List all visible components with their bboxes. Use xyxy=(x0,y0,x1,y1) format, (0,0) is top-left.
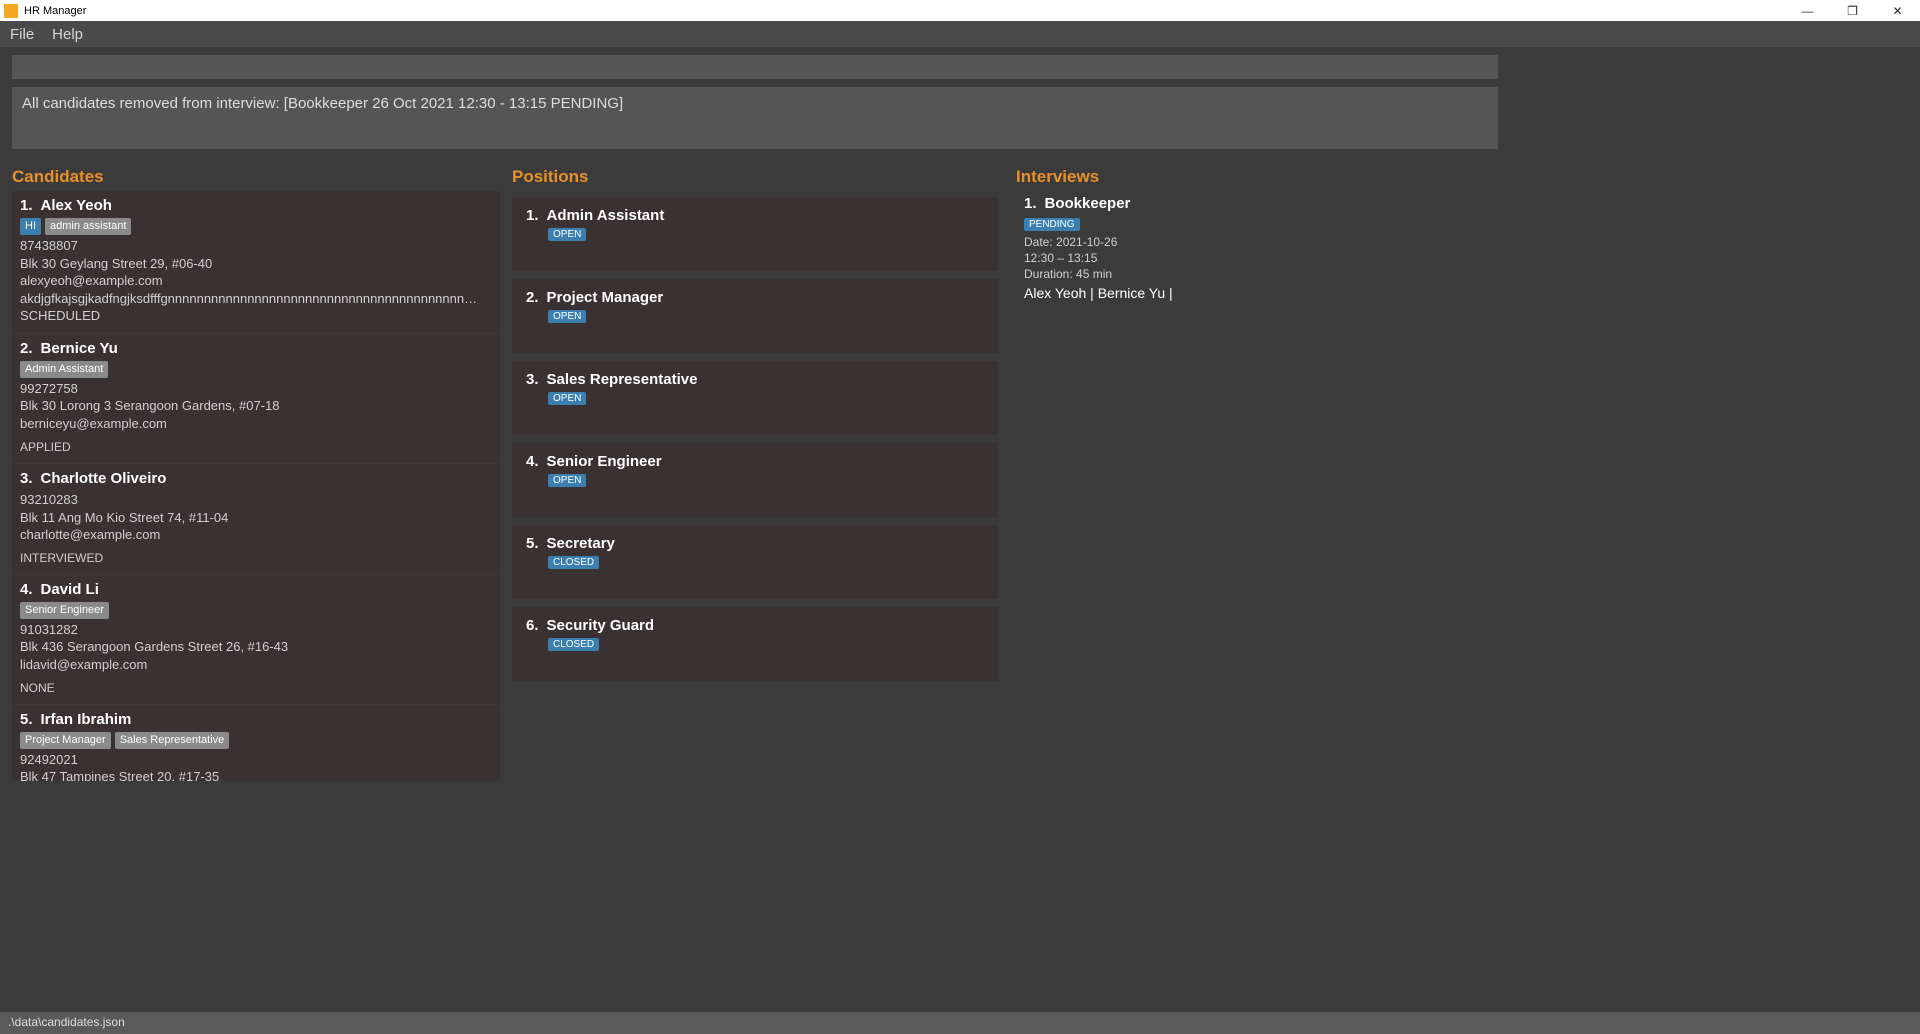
candidate-tag: admin assistant xyxy=(45,218,131,235)
position-item[interactable]: 5.Secretary CLOSED xyxy=(512,525,998,599)
candidate-tag: Senior Engineer xyxy=(20,602,109,619)
position-item[interactable]: 3.Sales Representative OPEN xyxy=(512,361,998,435)
candidate-item[interactable]: 1.Alex Yeoh HI admin assistant 87438807 … xyxy=(12,191,500,333)
position-status-badge: CLOSED xyxy=(548,556,599,569)
status-message: All candidates removed from interview: [… xyxy=(12,87,1498,149)
candidates-list[interactable]: 1.Alex Yeoh HI admin assistant 87438807 … xyxy=(12,191,500,781)
position-status-badge: OPEN xyxy=(548,310,586,323)
candidate-item[interactable]: 2.Bernice Yu Admin Assistant 99272758 Bl… xyxy=(12,334,500,463)
candidate-item[interactable]: 5.Irfan Ibrahim Project Manager Sales Re… xyxy=(12,705,500,781)
positions-list: 1.Admin Assistant OPEN 2.Project Manager… xyxy=(512,191,1016,681)
interview-item[interactable]: 1.Bookkeeper PENDING Date: 2021-10-26 12… xyxy=(1016,191,1912,305)
maximize-button[interactable]: ❐ xyxy=(1830,0,1875,21)
footer-path: .\data\candidates.json xyxy=(0,1012,1920,1034)
positions-section-title: Positions xyxy=(512,167,1016,187)
close-button[interactable]: ✕ xyxy=(1875,0,1920,21)
position-status-badge: CLOSED xyxy=(548,638,599,651)
position-status-badge: OPEN xyxy=(548,392,586,405)
interview-status-badge: PENDING xyxy=(1024,218,1080,231)
position-item[interactable]: 6.Security Guard CLOSED xyxy=(512,607,998,681)
candidate-tag: Admin Assistant xyxy=(20,361,108,378)
position-status-badge: OPEN xyxy=(548,474,586,487)
window-titlebar: HR Manager — ❐ ✕ xyxy=(0,0,1920,21)
command-input[interactable] xyxy=(12,55,1498,79)
minimize-button[interactable]: — xyxy=(1785,0,1830,21)
position-status-badge: OPEN xyxy=(548,228,586,241)
candidates-section-title: Candidates xyxy=(12,167,512,187)
interviews-section-title: Interviews xyxy=(1016,167,1912,187)
app-icon xyxy=(4,4,18,18)
menu-help[interactable]: Help xyxy=(52,26,83,43)
candidate-item[interactable]: 3.Charlotte Oliveiro 93210283 Blk 11 Ang… xyxy=(12,464,500,574)
candidate-tag: Project Manager xyxy=(20,732,111,749)
position-item[interactable]: 2.Project Manager OPEN xyxy=(512,279,998,353)
candidate-tag: HI xyxy=(20,218,41,235)
position-item[interactable]: 1.Admin Assistant OPEN xyxy=(512,197,998,271)
menubar: File Help xyxy=(0,21,1920,47)
candidate-tag: Sales Representative xyxy=(115,732,230,749)
window-title: HR Manager xyxy=(24,5,86,17)
candidate-item[interactable]: 4.David Li Senior Engineer 91031282 Blk … xyxy=(12,575,500,704)
menu-file[interactable]: File xyxy=(10,26,34,43)
position-item[interactable]: 4.Senior Engineer OPEN xyxy=(512,443,998,517)
